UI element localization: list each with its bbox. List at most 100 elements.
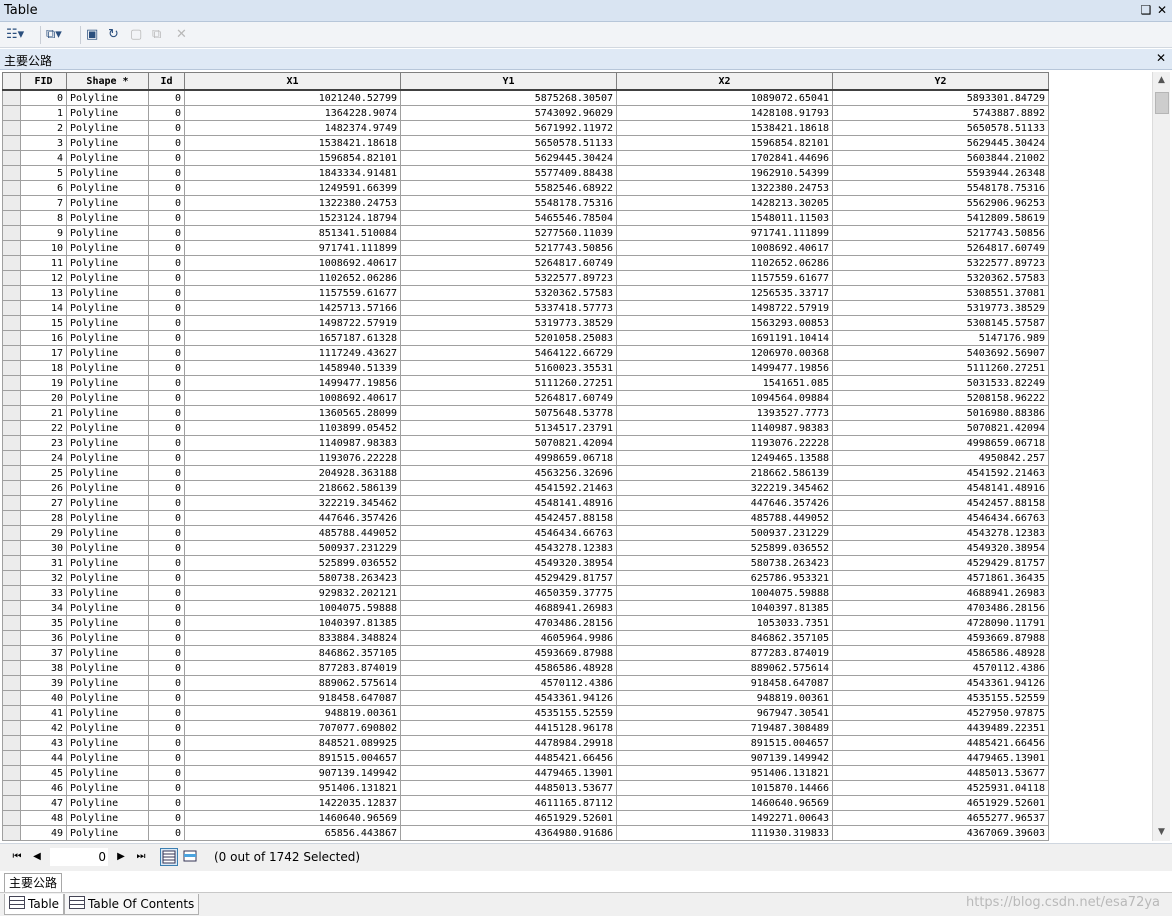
cell-fid[interactable]: 7 [20, 195, 67, 211]
cell-id[interactable]: 0 [148, 375, 185, 391]
table-row[interactable]: 34 Polyline 0 1004075.59888 4688941.26983 104… [2, 600, 1049, 616]
cell-shape[interactable]: Polyline [66, 480, 149, 496]
select-by-attributes-icon[interactable]: ▣ [86, 26, 98, 44]
cell-id[interactable]: 0 [148, 795, 185, 811]
cell-x1[interactable]: 1193076.22228 [184, 450, 401, 466]
cell-y2[interactable]: 4525931.04118 [832, 780, 1049, 796]
cell-id[interactable]: 0 [148, 495, 185, 511]
cell-y2[interactable]: 5308551.37081 [832, 285, 1049, 301]
cell-shape[interactable]: Polyline [66, 540, 149, 556]
cell-id[interactable]: 0 [148, 105, 185, 121]
row-selector[interactable] [2, 660, 21, 676]
cell-x2[interactable]: 1492271.00643 [616, 810, 833, 826]
cell-x1[interactable]: 1140987.98383 [184, 435, 401, 451]
cell-y2[interactable]: 4593669.87988 [832, 630, 1049, 646]
cell-y2[interactable]: 4479465.13901 [832, 750, 1049, 766]
cell-x1[interactable]: 846862.357105 [184, 645, 401, 661]
table-row[interactable]: 2 Polyline 0 1482374.9749 5671992.11972 15384… [2, 120, 1049, 136]
table-row[interactable]: 19 Polyline 0 1499477.19856 5111260.27251 154… [2, 375, 1049, 391]
row-selector[interactable] [2, 465, 21, 481]
cell-fid[interactable]: 30 [20, 540, 67, 556]
cell-x1[interactable]: 525899.036552 [184, 555, 401, 571]
cell-fid[interactable]: 39 [20, 675, 67, 691]
cell-y2[interactable]: 4586586.48928 [832, 645, 1049, 661]
cell-fid[interactable]: 14 [20, 300, 67, 316]
cell-y2[interactable]: 5593944.26348 [832, 165, 1049, 181]
cell-shape[interactable]: Polyline [66, 435, 149, 451]
cell-x2[interactable]: 951406.131821 [616, 765, 833, 781]
cell-y2[interactable]: 5147176.989 [832, 330, 1049, 346]
cell-x2[interactable]: 218662.586139 [616, 465, 833, 481]
column-header-fid[interactable]: FID [20, 72, 67, 91]
cell-x1[interactable]: 907139.149942 [184, 765, 401, 781]
cell-y1[interactable]: 4415128.96178 [400, 720, 617, 736]
row-selector[interactable] [2, 390, 21, 406]
row-selector[interactable] [2, 720, 21, 736]
cell-shape[interactable]: Polyline [66, 405, 149, 421]
cell-shape[interactable]: Polyline [66, 375, 149, 391]
cell-shape[interactable]: Polyline [66, 240, 149, 256]
cell-x2[interactable]: 1563293.00853 [616, 315, 833, 331]
cell-x2[interactable]: 1004075.59888 [616, 585, 833, 601]
cell-shape[interactable]: Polyline [66, 330, 149, 346]
cell-shape[interactable]: Polyline [66, 585, 149, 601]
cell-fid[interactable]: 34 [20, 600, 67, 616]
cell-x1[interactable]: 851341.510084 [184, 225, 401, 241]
layer-tab[interactable]: 主要公路 [4, 873, 63, 892]
cell-x1[interactable]: 1425713.57166 [184, 300, 401, 316]
cell-shape[interactable]: Polyline [66, 180, 149, 196]
cell-y1[interactable]: 5322577.89723 [400, 270, 617, 286]
table-row[interactable]: 7 Polyline 0 1322380.24753 5548178.75316 1428… [2, 195, 1049, 211]
cell-y1[interactable]: 5277560.11039 [400, 225, 617, 241]
cell-x2[interactable]: 1249465.13588 [616, 450, 833, 466]
cell-y2[interactable]: 5308145.57587 [832, 315, 1049, 331]
cell-id[interactable]: 0 [148, 300, 185, 316]
cell-fid[interactable]: 32 [20, 570, 67, 586]
cell-id[interactable]: 0 [148, 660, 185, 676]
cell-id[interactable]: 0 [148, 735, 185, 751]
cell-shape[interactable]: Polyline [66, 810, 149, 826]
cell-id[interactable]: 0 [148, 180, 185, 196]
row-selector[interactable] [2, 525, 21, 541]
cell-x2[interactable]: 1193076.22228 [616, 435, 833, 451]
cell-y2[interactable]: 5412809.58619 [832, 210, 1049, 226]
row-selector[interactable] [2, 555, 21, 571]
row-selector[interactable] [2, 765, 21, 781]
table-row[interactable]: 36 Polyline 0 833884.348824 4605964.9986 8468… [2, 630, 1049, 646]
row-selector[interactable] [2, 89, 21, 106]
cell-id[interactable]: 0 [148, 510, 185, 526]
cell-shape[interactable]: Polyline [66, 660, 149, 676]
cell-shape[interactable]: Polyline [66, 600, 149, 616]
delete-selected-icon[interactable]: ✕ [176, 26, 187, 44]
cell-x1[interactable]: 1157559.61677 [184, 285, 401, 301]
cell-y1[interactable]: 5264817.60749 [400, 390, 617, 406]
row-selector[interactable] [2, 570, 21, 586]
cell-id[interactable]: 0 [148, 615, 185, 631]
cell-x2[interactable]: 971741.111899 [616, 225, 833, 241]
cell-fid[interactable]: 16 [20, 330, 67, 346]
cell-x2[interactable]: 447646.357426 [616, 495, 833, 511]
cell-id[interactable]: 0 [148, 165, 185, 181]
cell-y1[interactable]: 4529429.81757 [400, 570, 617, 586]
column-header-shape[interactable]: Shape * [66, 72, 149, 91]
cell-y2[interactable]: 4728090.11791 [832, 615, 1049, 631]
cell-x1[interactable]: 1422035.12837 [184, 795, 401, 811]
cell-shape[interactable]: Polyline [66, 270, 149, 286]
scroll-up-icon[interactable]: ▲ [1153, 72, 1170, 89]
cell-fid[interactable]: 43 [20, 735, 67, 751]
row-selector[interactable] [2, 240, 21, 256]
cell-id[interactable]: 0 [148, 705, 185, 721]
cell-x2[interactable]: 1702841.44696 [616, 150, 833, 166]
cell-y1[interactable]: 5875268.30507 [400, 89, 617, 106]
cell-y2[interactable]: 4703486.28156 [832, 600, 1049, 616]
column-header-id[interactable]: Id [148, 72, 185, 91]
cell-fid[interactable]: 28 [20, 510, 67, 526]
table-row[interactable]: 31 Polyline 0 525899.036552 4549320.38954 580… [2, 555, 1049, 571]
cell-y1[interactable]: 5134517.23791 [400, 420, 617, 436]
cell-x2[interactable]: 1596854.82101 [616, 135, 833, 151]
cell-y1[interactable]: 4611165.87112 [400, 795, 617, 811]
cell-fid[interactable]: 45 [20, 765, 67, 781]
cell-x2[interactable]: 1322380.24753 [616, 180, 833, 196]
cell-fid[interactable]: 49 [20, 825, 67, 841]
cell-x2[interactable]: 500937.231229 [616, 525, 833, 541]
